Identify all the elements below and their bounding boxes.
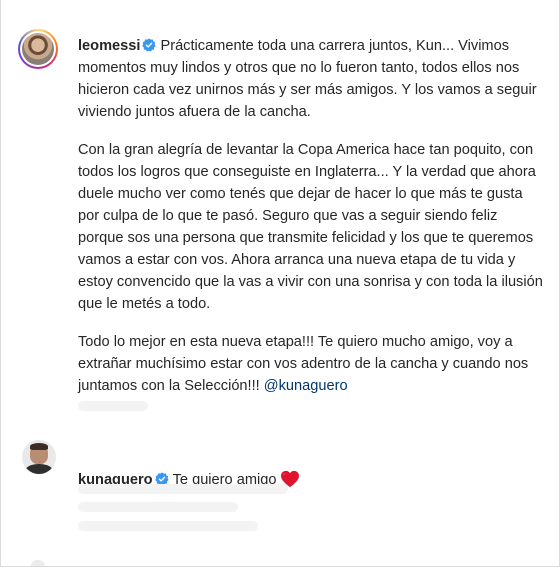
kunaguero-avatar[interactable] <box>22 440 56 474</box>
main-comment: leomessi Prácticamente toda una carrera … <box>78 35 546 413</box>
comment-paragraph-1: leomessi Prácticamente toda una carrera … <box>78 35 546 123</box>
verified-badge-icon <box>142 38 157 52</box>
comment-paragraph-2: Con la gran alegría de levantar la Copa … <box>78 139 546 315</box>
next-avatar-stub <box>31 560 45 566</box>
comment-paragraph-3: Todo lo mejor en esta nueva etapa!!! Te … <box>78 331 546 397</box>
avatar-photo <box>22 33 54 65</box>
blurred-reply-line-2 <box>78 502 238 512</box>
blurred-reply-line-3 <box>78 521 258 531</box>
blurred-reply-line-1 <box>78 484 288 494</box>
mention-link[interactable]: @kunaguero <box>264 378 348 394</box>
blurred-meta-line <box>78 401 148 411</box>
comment-username[interactable]: leomessi <box>78 38 140 54</box>
comment-text-2: Con la gran alegría de levantar la Copa … <box>78 142 543 312</box>
post-panel: leomessi Prácticamente toda una carrera … <box>0 0 560 567</box>
leomessi-avatar[interactable] <box>18 29 58 69</box>
